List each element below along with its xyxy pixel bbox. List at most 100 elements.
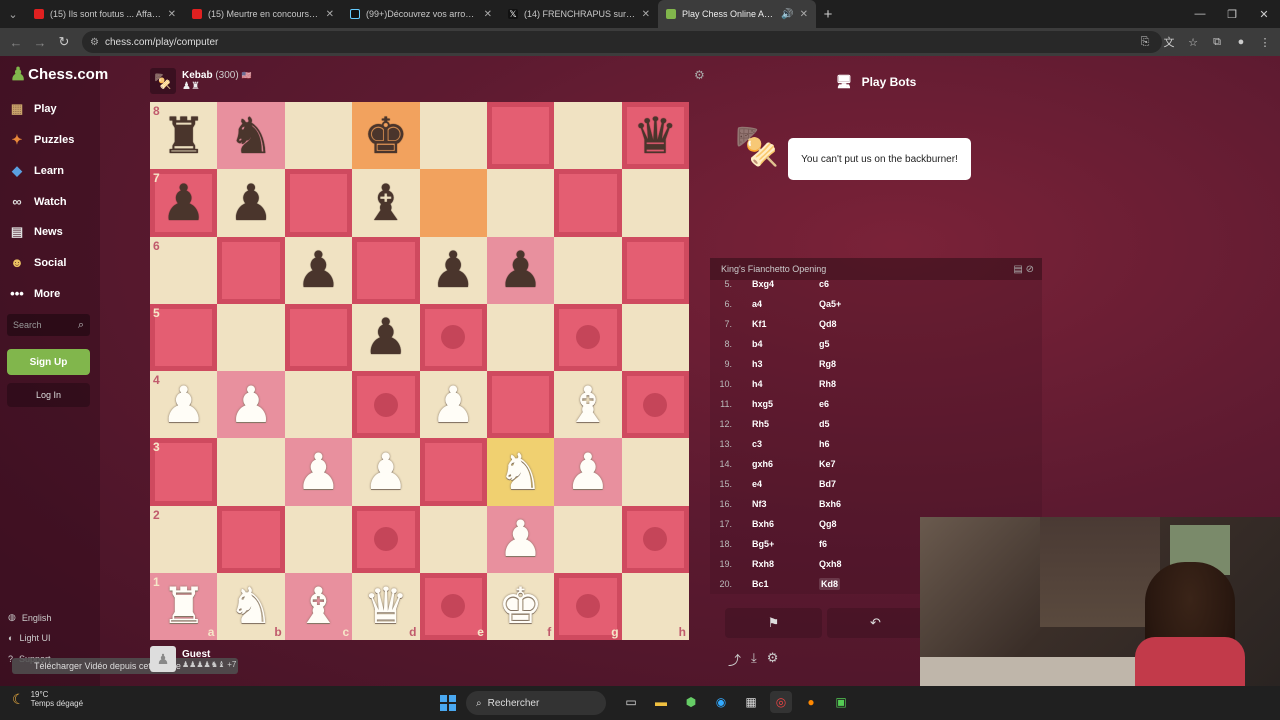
move-hint-dot[interactable] xyxy=(373,392,398,417)
square-c5[interactable] xyxy=(284,303,353,372)
xbox-icon[interactable]: ⬢ xyxy=(680,691,702,713)
black-move[interactable]: Qg8 xyxy=(819,519,837,529)
edge-icon[interactable]: ◉ xyxy=(710,691,732,713)
square-c8[interactable] xyxy=(284,102,353,170)
square-e4[interactable]: ♟ xyxy=(419,371,487,439)
firefox-icon[interactable]: ● xyxy=(800,691,822,713)
black-knight-piece[interactable]: ♞ xyxy=(229,111,274,161)
white-knight-piece[interactable]: ♞ xyxy=(498,447,543,497)
close-tab-icon[interactable]: ✕ xyxy=(800,9,808,20)
white-move[interactable]: gxh6 xyxy=(752,459,773,469)
square-g4[interactable]: ♝ xyxy=(554,371,622,439)
square-e2[interactable] xyxy=(419,505,487,573)
browser-tab-4[interactable]: 𝕏 (14) FRENCHRAPUS sur X : " ✕ xyxy=(500,0,658,28)
app-icon[interactable]: ▣ xyxy=(830,691,852,713)
forward-icon[interactable]: → xyxy=(28,35,52,50)
close-window-icon[interactable]: ✕ xyxy=(1248,8,1280,21)
back-icon[interactable]: ← xyxy=(4,35,28,50)
square-g2[interactable] xyxy=(554,505,622,573)
square-c1[interactable]: c ♝ xyxy=(284,572,353,640)
white-move[interactable]: Bc1 xyxy=(752,579,769,589)
white-move[interactable]: Kf1 xyxy=(752,319,767,329)
sign-up-button[interactable]: Sign Up xyxy=(7,349,90,375)
square-d7[interactable]: ♝ xyxy=(352,169,420,237)
browser-tab-1[interactable]: (15) Ils sont foutus ... Affaire Jea ✕ xyxy=(26,0,184,28)
weather-widget[interactable]: ☾ 19°C Temps dégagé xyxy=(12,690,83,708)
white-knight-piece[interactable]: ♞ xyxy=(229,581,274,631)
white-move[interactable]: h4 xyxy=(752,379,763,389)
white-move[interactable]: Rxh8 xyxy=(752,559,774,569)
menu-icon[interactable]: ⋮ xyxy=(1254,36,1276,49)
square-d3[interactable]: ♟ xyxy=(352,438,420,506)
square-e6[interactable]: ♟ xyxy=(419,236,487,304)
black-pawn-piece[interactable]: ♟ xyxy=(229,178,274,228)
white-king-piece[interactable]: ♚ xyxy=(498,581,543,631)
square-d5[interactable]: ♟ xyxy=(352,303,420,371)
square-g1[interactable]: g xyxy=(554,572,623,641)
square-h7[interactable] xyxy=(621,169,689,237)
square-e5[interactable] xyxy=(419,303,488,372)
site-info-icon[interactable]: ⚙ xyxy=(90,37,99,48)
square-e1[interactable]: e xyxy=(419,572,488,641)
white-rook-piece[interactable]: ♜ xyxy=(161,581,206,631)
translate-icon[interactable]: 文 xyxy=(1158,34,1180,50)
minimize-icon[interactable]: — xyxy=(1184,8,1216,20)
black-move[interactable]: Qxh8 xyxy=(819,559,842,569)
white-bishop-piece[interactable]: ♝ xyxy=(296,581,341,631)
square-b7[interactable]: ♟ xyxy=(217,169,285,237)
move-hint-dot[interactable] xyxy=(441,594,466,619)
black-pawn-piece[interactable]: ♟ xyxy=(363,312,408,362)
black-move[interactable]: f6 xyxy=(819,539,827,549)
white-pawn-piece[interactable]: ♟ xyxy=(161,380,206,430)
board-settings-icon[interactable]: ⚙ xyxy=(694,68,705,82)
square-h2[interactable] xyxy=(621,505,690,574)
black-pawn-piece[interactable]: ♟ xyxy=(161,178,206,228)
sidebar-item-news[interactable]: ▤ News xyxy=(8,224,63,240)
black-pawn-piece[interactable]: ♟ xyxy=(431,245,476,295)
black-move[interactable]: e6 xyxy=(819,399,829,409)
language-link[interactable]: ◍ English xyxy=(8,612,51,623)
square-b6[interactable] xyxy=(217,236,286,305)
white-move[interactable]: b4 xyxy=(752,339,763,349)
chess-logo[interactable]: ♟ Chess.com xyxy=(10,64,108,85)
square-b8[interactable]: ♞ xyxy=(217,102,285,170)
undo-button[interactable]: ↶ xyxy=(827,608,924,638)
white-move[interactable]: Nf3 xyxy=(752,499,767,509)
move-hint-dot[interactable] xyxy=(373,527,398,552)
browser-tab-5[interactable]: Play Chess Online Against t 🔊 ✕ xyxy=(658,0,816,28)
reload-icon[interactable]: ↻ xyxy=(52,34,76,50)
close-tab-icon[interactable]: ✕ xyxy=(326,9,334,20)
white-move[interactable]: Bxg4 xyxy=(752,280,774,289)
extensions-icon[interactable]: ⧉ xyxy=(1206,36,1228,49)
sidebar-item-learn[interactable]: ◆ Learn xyxy=(8,163,64,179)
white-pawn-piece[interactable]: ♟ xyxy=(498,514,543,564)
light-ui-link[interactable]: ◐ Light UI xyxy=(8,633,50,643)
square-a6[interactable]: 6 xyxy=(150,236,218,304)
square-h6[interactable] xyxy=(621,236,690,305)
square-b1[interactable]: b ♞ xyxy=(217,572,285,640)
sidebar-item-social[interactable]: ☻ Social xyxy=(8,255,66,270)
move-hint-dot[interactable] xyxy=(441,325,466,350)
square-a7[interactable]: 7 ♟ xyxy=(150,169,218,237)
sidebar-search-input[interactable]: Search ⌕ xyxy=(7,314,90,336)
square-d8[interactable]: ♚ xyxy=(352,102,420,170)
black-rook-piece[interactable]: ♜ xyxy=(161,111,206,161)
square-c7[interactable] xyxy=(284,169,353,237)
square-d2[interactable] xyxy=(352,505,420,574)
square-a1[interactable]: 1 a ♜ xyxy=(150,572,218,640)
black-move[interactable]: Qd8 xyxy=(819,319,837,329)
black-move[interactable]: d5 xyxy=(819,419,830,429)
move-hint-dot[interactable] xyxy=(643,527,668,552)
black-move[interactable]: Bxh6 xyxy=(819,499,841,509)
white-queen-piece[interactable]: ♛ xyxy=(363,581,408,631)
white-pawn-piece[interactable]: ♟ xyxy=(431,380,476,430)
square-d4[interactable] xyxy=(352,371,420,439)
square-f3[interactable]: ♞ xyxy=(486,438,555,506)
square-a2[interactable]: 2 xyxy=(150,505,218,573)
black-move[interactable]: c6 xyxy=(819,280,829,289)
square-f4[interactable] xyxy=(486,371,555,439)
profile-icon[interactable]: ● xyxy=(1230,36,1252,48)
white-move[interactable]: Bxh6 xyxy=(752,519,774,529)
square-d1[interactable]: d ♛ xyxy=(352,572,420,640)
square-h3[interactable] xyxy=(621,438,689,506)
